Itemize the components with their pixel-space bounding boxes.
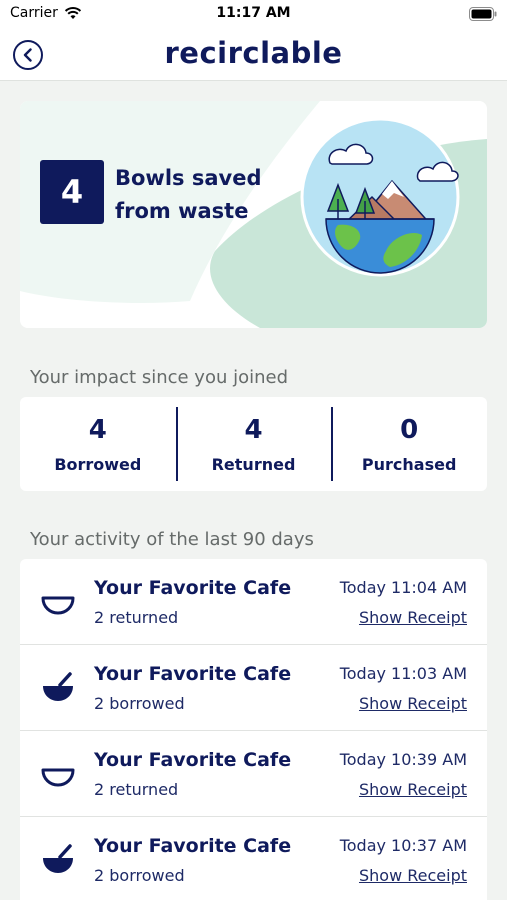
battery-icon: [469, 6, 497, 25]
stat-returned: 4 Returned: [175, 397, 332, 491]
nav-header: recirclable: [0, 30, 507, 81]
activity-action: 2 returned: [94, 780, 179, 799]
show-receipt-link[interactable]: Show Receipt: [359, 694, 467, 713]
stat-purchased: 0 Purchased: [331, 397, 487, 491]
clock: 11:17 AM: [216, 5, 291, 21]
bowls-saved-label: Bowls saved from waste: [115, 166, 262, 223]
show-receipt-link[interactable]: Show Receipt: [359, 608, 467, 627]
show-receipt-link[interactable]: Show Receipt: [359, 780, 467, 799]
activity-place: Your Favorite Cafe: [94, 577, 292, 599]
activity-time: Today 11:04 AM: [339, 578, 467, 597]
activity-action: 2 borrowed: [94, 694, 185, 713]
activity-place: Your Favorite Cafe: [94, 749, 292, 771]
stat-value: 0: [400, 415, 419, 445]
stat-label: Borrowed: [54, 455, 142, 474]
impact-hero-card: 4 Bowls saved from waste: [20, 101, 487, 328]
activity-time: Today 10:37 AM: [339, 836, 467, 855]
activity-row: Your Favorite Cafe 2 borrowed Today 11:0…: [20, 645, 487, 731]
brand-logo: recirclable: [164, 36, 343, 70]
activity-row: Your Favorite Cafe 2 returned Today 11:0…: [20, 559, 487, 645]
bowls-saved-count: 4: [40, 160, 104, 224]
activity-time: Today 10:39 AM: [339, 750, 467, 769]
stat-label: Purchased: [361, 455, 457, 474]
activity-place: Your Favorite Cafe: [94, 835, 292, 857]
impact-stats-card: 4 Borrowed 4 Returned 0 Purchased: [20, 397, 487, 491]
activity-action: 2 borrowed: [94, 866, 185, 885]
filled-bowl-icon: [43, 844, 73, 873]
impact-section-title: Your impact since you joined: [30, 367, 289, 388]
activity-place: Your Favorite Cafe: [94, 663, 292, 685]
activity-row: Your Favorite Cafe 2 borrowed Today 10:3…: [20, 817, 487, 900]
stat-value: 4: [244, 415, 263, 445]
activity-row: Your Favorite Cafe 2 returned Today 10:3…: [20, 731, 487, 817]
stat-label: Returned: [211, 455, 296, 474]
filled-bowl-icon: [43, 672, 73, 701]
empty-bowl-icon: [41, 768, 75, 787]
activity-list: Your Favorite Cafe 2 returned Today 11:0…: [20, 559, 487, 900]
activity-time: Today 11:03 AM: [339, 664, 467, 683]
empty-bowl-icon: [41, 596, 75, 615]
stat-borrowed: 4 Borrowed: [20, 397, 176, 491]
activity-action: 2 returned: [94, 608, 179, 627]
status-bar: Carrier 11:17 AM: [0, 0, 507, 30]
stat-value: 4: [88, 415, 107, 445]
show-receipt-link[interactable]: Show Receipt: [359, 866, 467, 885]
activity-section-title: Your activity of the last 90 days: [30, 529, 314, 550]
